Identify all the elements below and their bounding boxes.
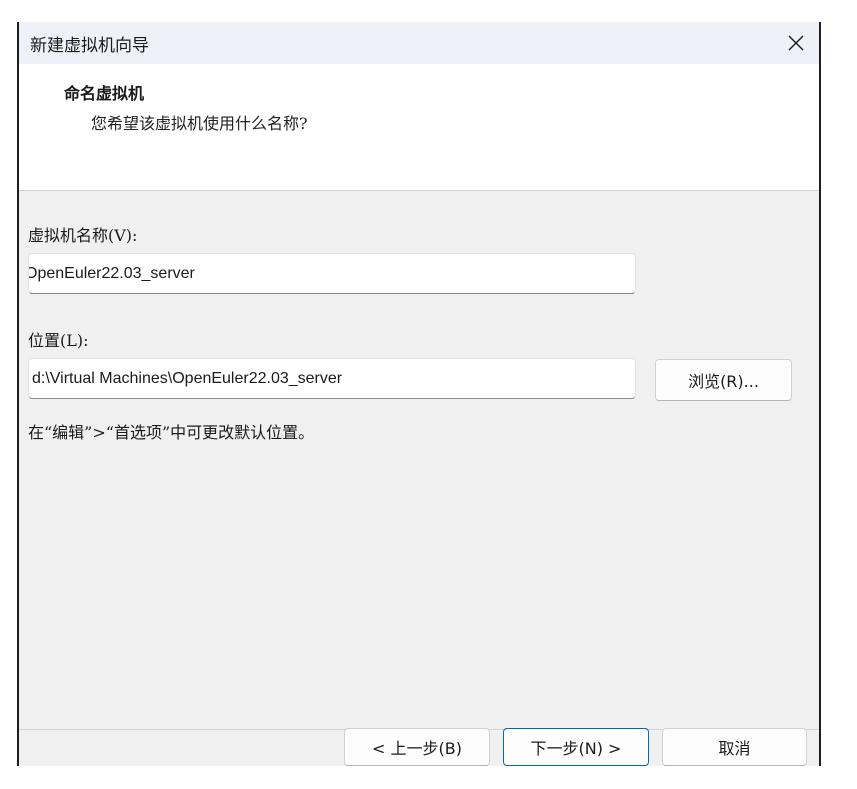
page-subtitle: 您希望该虚拟机使用什么名称? [91,114,308,133]
title-bar: 新建虚拟机向导 [19,22,819,64]
vm-name-label: 虚拟机名称(V): [28,226,138,245]
window-title: 新建虚拟机向导 [30,35,149,56]
browse-button[interactable]: 浏览(R)... [655,359,792,401]
wizard-header: 命名虚拟机 您希望该虚拟机使用什么名称? [19,64,819,191]
page-title: 命名虚拟机 [64,84,145,103]
close-icon [788,35,804,51]
close-button[interactable] [779,26,813,60]
wizard-window: 新建虚拟机向导 命名虚拟机 您希望该虚拟机使用什么名称? 虚拟机名称(V): O… [17,22,821,766]
location-input[interactable]: d:\Virtual Machines\OpenEuler22.03_serve… [28,358,636,399]
location-hint: 在“编辑”>“首选项”中可更改默认位置。 [28,423,315,442]
cancel-button[interactable]: 取消 [662,728,807,766]
back-button[interactable]: < 上一步(B) [344,728,490,766]
location-label: 位置(L): [28,331,89,350]
wizard-body: 虚拟机名称(V): OpenEuler22.03_server 位置(L): d… [19,191,819,729]
vm-name-input[interactable]: OpenEuler22.03_server [28,253,636,294]
window-edge-right [819,22,821,766]
next-button[interactable]: 下一步(N) > [503,728,649,766]
